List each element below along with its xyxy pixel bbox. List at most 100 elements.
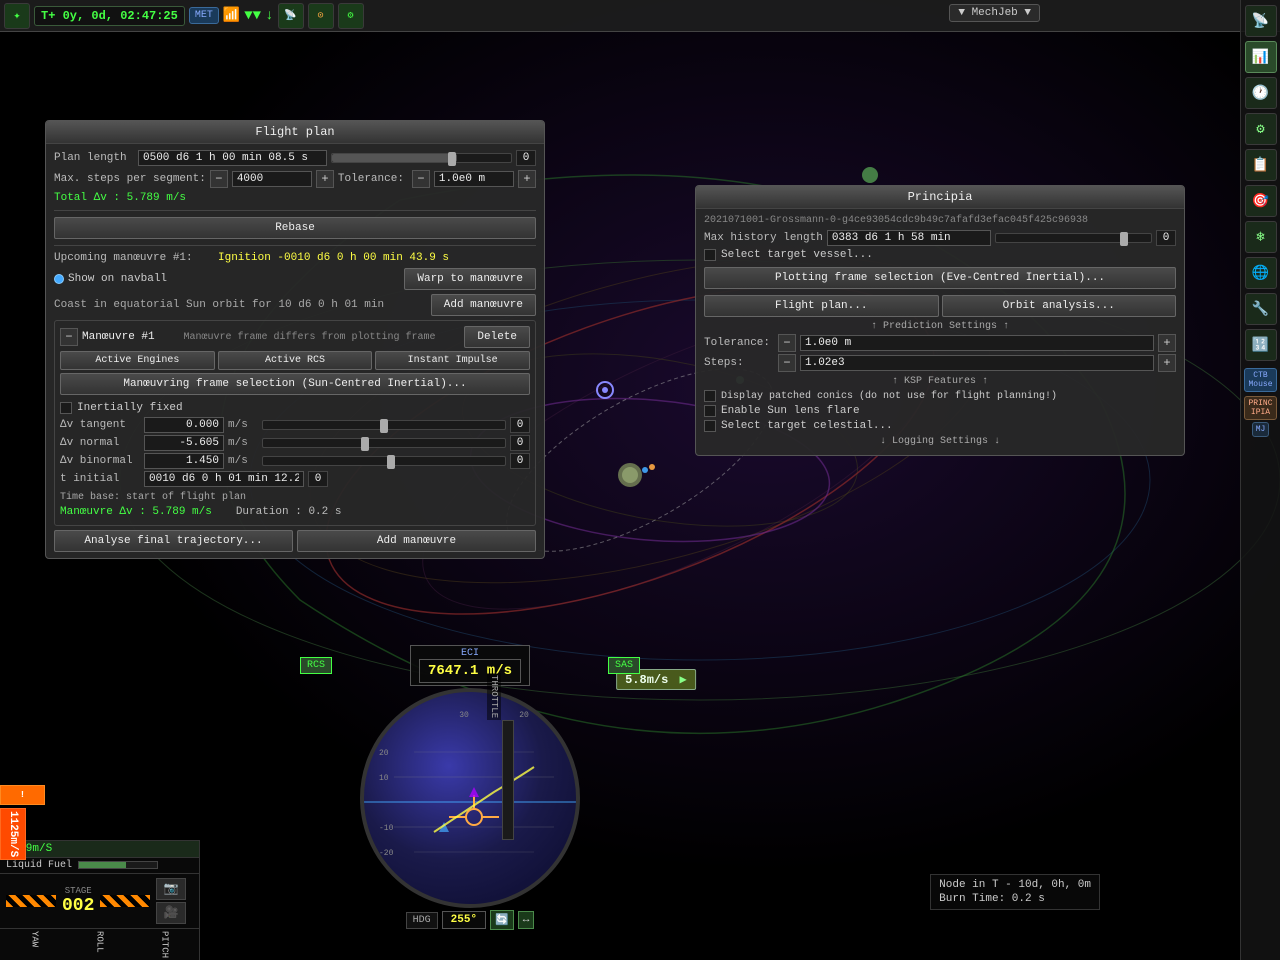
- principia-id: 2021071001-Grossmann-0-g4ce93054cdc9b49c…: [704, 215, 1176, 226]
- plan-length-input[interactable]: [138, 150, 327, 166]
- tolerance-label: Tolerance:: [338, 173, 408, 185]
- dv-normal-num: 0: [510, 435, 530, 451]
- warp-button[interactable]: Warp to manœuvre: [404, 268, 536, 290]
- pitch-label: PITCH: [160, 931, 170, 958]
- principia-label: PRINCIPIA: [1244, 396, 1276, 420]
- clock-btn[interactable]: 🕐: [1245, 77, 1277, 109]
- rebase-button[interactable]: Rebase: [54, 217, 536, 239]
- analyse-btn[interactable]: Analyse final trajectory...: [54, 530, 293, 552]
- mission-timer: T+ 0y, 0d, 02:47:25: [34, 6, 185, 26]
- p-tolerance-input[interactable]: [800, 335, 1154, 351]
- calculator-btn[interactable]: 🔢: [1245, 329, 1277, 361]
- stage-warning-2: [100, 895, 150, 907]
- hdg-label: HDG: [406, 912, 438, 929]
- right-toolbar: 📡 📊 🕐 ⚙ 📋 🎯 ❄ 🌐 🔧 🔢 CTBMouse PRINCIPIA M…: [1240, 0, 1280, 960]
- prediction-settings-label: ↑ Prediction Settings ↑: [704, 321, 1176, 332]
- eci-label[interactable]: ECI: [419, 648, 521, 659]
- coast-label: Coast in equatorial Sun orbit for 10 d6 …: [54, 299, 384, 311]
- settings-icon: ⚙: [338, 3, 364, 29]
- tolerance-input[interactable]: [434, 171, 514, 187]
- orbit-analysis-btn[interactable]: Orbit analysis...: [942, 295, 1177, 317]
- max-steps-plus[interactable]: +: [316, 170, 334, 188]
- dv-normal-unit: m/s: [228, 437, 258, 449]
- throttle-label: THROTTLE: [487, 673, 501, 720]
- dv-tangent-label: Δv tangent: [60, 419, 140, 431]
- p-tolerance-minus[interactable]: −: [778, 334, 796, 352]
- p-steps-minus[interactable]: −: [778, 354, 796, 372]
- rcs-mode-btn[interactable]: RCS: [300, 657, 332, 674]
- logging-settings-label: ↓ Logging Settings ↓: [704, 436, 1176, 447]
- ksp-icon: ✦: [4, 3, 30, 29]
- select-target-checkbox[interactable]: [704, 249, 716, 261]
- warp-indicator: 1125m/S: [0, 808, 26, 860]
- p-steps-input[interactable]: [800, 355, 1154, 371]
- nav-icon-2[interactable]: ↔: [518, 911, 535, 929]
- node-time: Node in T - 10d, 0h, 0m: [939, 879, 1091, 891]
- manoeuvre-collapse[interactable]: −: [60, 328, 78, 346]
- patched-conics-label: Display patched conics (do not use for f…: [721, 391, 1057, 402]
- settings-btn[interactable]: ⚙: [1245, 113, 1277, 145]
- monitor-btn[interactable]: 📊: [1245, 41, 1277, 73]
- globe-btn[interactable]: 🌐: [1245, 257, 1277, 289]
- active-rcs-btn[interactable]: Active RCS: [218, 351, 373, 370]
- principia-window: Principia 2021071001-Grossmann-0-g4ce930…: [695, 185, 1185, 456]
- p-steps-label: Steps:: [704, 357, 774, 369]
- burn-time: Burn Time: 0.2 s: [939, 893, 1091, 905]
- plotting-frame-btn[interactable]: Plotting frame selection (Eve-Centred In…: [704, 267, 1176, 289]
- target-btn[interactable]: 🎯: [1245, 185, 1277, 217]
- upcoming-label: Upcoming manœuvre #1:: [54, 252, 214, 264]
- delete-button[interactable]: Delete: [464, 326, 530, 348]
- mechjeb-menu[interactable]: ▼ MechJeb ▼: [949, 4, 1040, 22]
- flight-plan-title: Flight plan: [46, 121, 544, 144]
- sun-lens-checkbox[interactable]: [704, 405, 716, 417]
- p-steps-plus[interactable]: +: [1158, 354, 1176, 372]
- navball-sphere: 10 -10 20 -20 30 20: [360, 688, 580, 908]
- inertially-fixed-checkbox[interactable]: [60, 402, 72, 414]
- dv-tangent-unit: m/s: [228, 419, 258, 431]
- duration-label: Duration : 0.2 s: [236, 506, 342, 518]
- principia-title: Principia: [696, 186, 1184, 209]
- max-steps-minus[interactable]: −: [210, 170, 228, 188]
- stage-label: STAGE: [62, 886, 94, 896]
- add-manoeuvre-btn-2[interactable]: Add manœuvre: [297, 530, 536, 552]
- flight-plan-btn[interactable]: Flight plan...: [704, 295, 939, 317]
- connection-icon: ▼▼: [244, 8, 261, 24]
- add-manoeuvre-btn-1[interactable]: Add manœuvre: [431, 294, 536, 316]
- throttle-bar-container: [502, 720, 514, 840]
- target-celestial-label: Select target celestial...: [721, 420, 893, 432]
- max-history-num: 0: [1156, 230, 1176, 246]
- max-history-label: Max history length: [704, 232, 823, 244]
- dv-binormal-unit: m/s: [228, 455, 258, 467]
- tolerance-minus[interactable]: −: [412, 170, 430, 188]
- snowflake-btn[interactable]: ❄: [1245, 221, 1277, 253]
- nav-icon-1[interactable]: 🔄: [490, 910, 514, 930]
- dv-normal-input[interactable]: [144, 435, 224, 451]
- tolerance-plus[interactable]: +: [518, 170, 536, 188]
- sun-lens-label: Enable Sun lens flare: [721, 405, 860, 417]
- plan-length-label: Plan length: [54, 152, 134, 164]
- camera-btn-2[interactable]: 🎥: [156, 902, 186, 924]
- t-initial-input[interactable]: [144, 471, 304, 487]
- max-steps-input[interactable]: [232, 171, 312, 187]
- patched-conics-checkbox[interactable]: [704, 390, 716, 402]
- instant-impulse-btn[interactable]: Instant Impulse: [375, 351, 530, 370]
- camera-btn-1[interactable]: 📷: [156, 878, 186, 900]
- antenna-btn[interactable]: 📡: [1245, 5, 1277, 37]
- target-celestial-checkbox[interactable]: [704, 420, 716, 432]
- inertially-fixed-label: Inertially fixed: [77, 402, 183, 414]
- dv-binormal-num: 0: [510, 453, 530, 469]
- active-engines-btn[interactable]: Active Engines: [60, 351, 215, 370]
- navball-radio[interactable]: [54, 274, 64, 284]
- clipboard-btn[interactable]: 📋: [1245, 149, 1277, 181]
- speed-display: 7647.1 m/s: [419, 659, 521, 683]
- p-tolerance-plus[interactable]: +: [1158, 334, 1176, 352]
- p-tolerance-label: Tolerance:: [704, 337, 774, 349]
- max-history-input[interactable]: [827, 230, 992, 246]
- total-dv: Total Δv : 5.789 m/s: [54, 192, 186, 204]
- sas-mode-btn[interactable]: SAS: [608, 657, 640, 674]
- navball-overlay: RCS ECI 7647.1 m/s SAS 10 -10 20 -20 30 …: [300, 645, 640, 930]
- frame-selection-btn[interactable]: Manœuvring frame selection (Sun-Centred …: [60, 373, 530, 395]
- dv-tangent-input[interactable]: [144, 417, 224, 433]
- dv-binormal-input[interactable]: [144, 453, 224, 469]
- wrench-btn[interactable]: 🔧: [1245, 293, 1277, 325]
